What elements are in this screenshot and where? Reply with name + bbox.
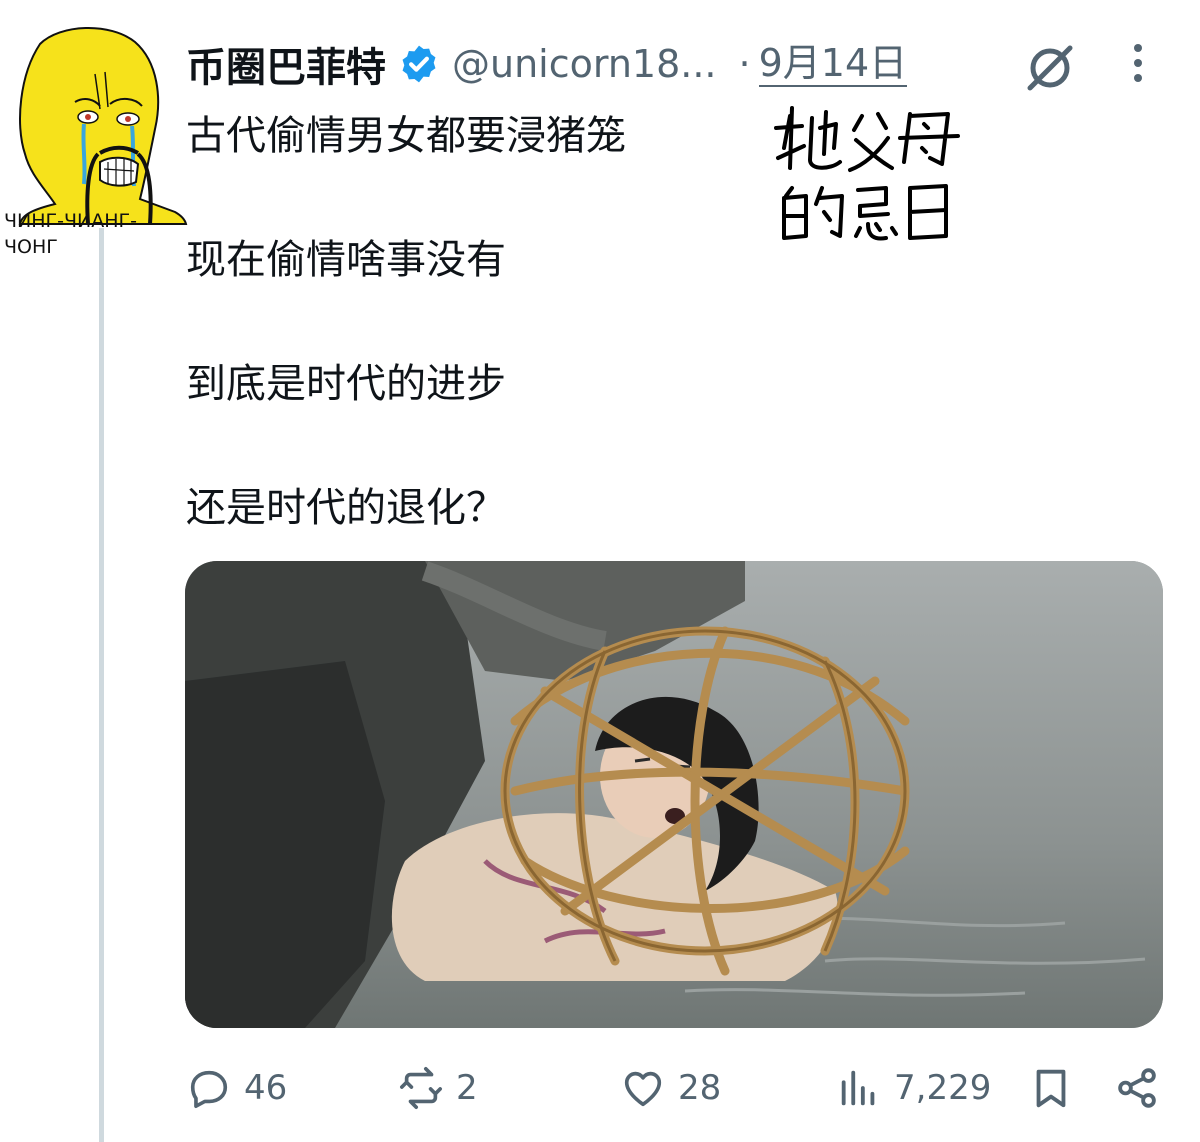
- like-button[interactable]: 28: [620, 1058, 721, 1118]
- more-icon[interactable]: [1128, 42, 1148, 84]
- tweet-header: 币圈巴菲特 @unicorn18... · 9月14日: [186, 36, 1160, 92]
- like-icon: [624, 1071, 662, 1107]
- avatar[interactable]: [0, 14, 190, 314]
- like-count: 28: [678, 1068, 722, 1108]
- grok-icon[interactable]: [1024, 42, 1076, 94]
- views-icon: [841, 1070, 875, 1106]
- avatar-caption-line: ЧОНГ: [4, 236, 58, 258]
- reply-count: 46: [244, 1068, 288, 1108]
- avatar-image: [18, 26, 188, 225]
- views-button[interactable]: 7,229: [836, 1058, 991, 1118]
- share-button[interactable]: [1114, 1058, 1160, 1118]
- tweet-date[interactable]: 9月14日: [758, 41, 908, 87]
- user-handle[interactable]: @unicorn18...: [452, 42, 717, 86]
- photo-image: [185, 561, 1163, 1028]
- bookmark-button[interactable]: [1028, 1058, 1074, 1118]
- tweet-action-bar: 46 2 28 7,229: [186, 1058, 1166, 1118]
- reply-icon: [190, 1070, 228, 1109]
- tweet-media-photo[interactable]: [185, 561, 1163, 1028]
- share-icon: [1118, 1068, 1156, 1108]
- separator: ·: [738, 42, 751, 86]
- reply-button[interactable]: 46: [186, 1058, 287, 1118]
- tweet-text-line: 现在偷情啥事没有: [186, 237, 506, 283]
- handwritten-note: [774, 106, 960, 241]
- tweet-text-line: 古代偷情男女都要浸猪笼: [186, 113, 626, 159]
- display-name[interactable]: 币圈巴菲特: [186, 35, 386, 93]
- avatar-caption: ЧИНГ-ЧИАНГ- ЧОНГ: [4, 208, 174, 260]
- bookmark-icon: [1036, 1069, 1066, 1108]
- retweet-count: 2: [456, 1068, 478, 1108]
- views-count: 7,229: [894, 1068, 992, 1108]
- avatar-caption-line: ЧИНГ-ЧИАНГ-: [4, 210, 137, 232]
- retweet-button[interactable]: 2: [398, 1058, 478, 1118]
- verified-badge-icon[interactable]: [398, 43, 440, 85]
- thread-line: [99, 228, 104, 1142]
- tweet-text-line: 到底是时代的进步: [186, 361, 506, 407]
- retweet-icon: [400, 1067, 442, 1109]
- tweet-text-line: 还是时代的退化？: [186, 485, 506, 531]
